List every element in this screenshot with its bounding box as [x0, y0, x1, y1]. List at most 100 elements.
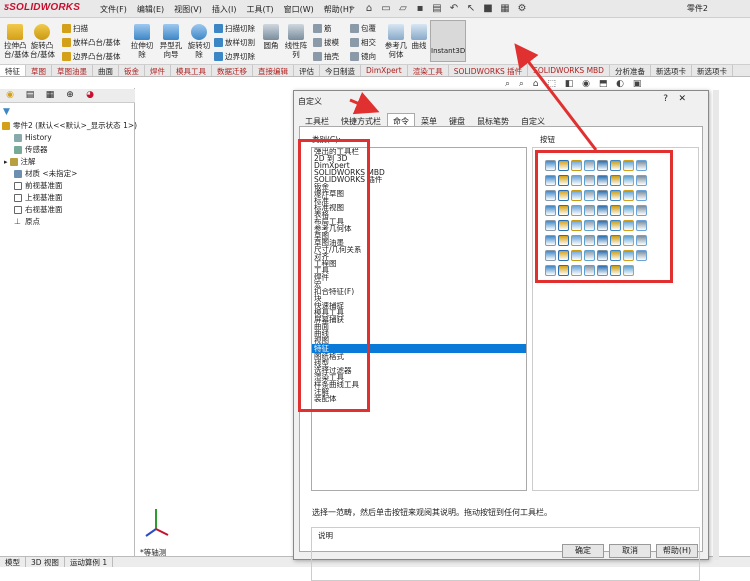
display-manager-tab-icon[interactable]: ◕: [83, 89, 97, 101]
feature-manager-tab-icon[interactable]: ◉: [3, 89, 17, 101]
wrap-button[interactable]: 包覆: [350, 23, 376, 34]
select-icon[interactable]: ↖: [464, 1, 478, 15]
boundary-boss-button[interactable]: 边界凸台/基体: [62, 51, 121, 62]
open-icon[interactable]: ▱: [396, 1, 410, 15]
tab-14[interactable]: SOLIDWORKS MBD: [528, 65, 610, 76]
extrude-cut-button[interactable]: 拉伸切 除: [130, 24, 154, 59]
tree-item-history[interactable]: History: [0, 132, 135, 144]
mirror-icon: [350, 52, 359, 61]
rebuild-icon[interactable]: ■: [481, 1, 495, 15]
reference-geometry-icon: [388, 24, 404, 40]
extrude-cut-icon: [134, 24, 150, 40]
expand-arrow-icon[interactable]: ▸: [4, 158, 8, 166]
title-bar: ƽSOLIDWORKS 文件(F) 编辑(E) 视图(V) 插入(I) 工具(T) 窗口(…: [0, 0, 750, 18]
tab-5[interactable]: 焊件: [145, 65, 171, 76]
rib-button[interactable]: 筋: [313, 23, 332, 34]
tree-item-front-plane[interactable]: 前视基准面: [0, 180, 135, 192]
lofted-cut-button[interactable]: 放样切割: [214, 37, 255, 48]
sweep-icon: [62, 24, 71, 33]
home-icon[interactable]: ⌂: [362, 1, 376, 15]
intersect-button[interactable]: 相交: [350, 37, 376, 48]
tab-1[interactable]: 草图: [26, 65, 52, 76]
draft-button[interactable]: 拔模: [313, 37, 339, 48]
help-icon[interactable]: ?: [663, 94, 668, 104]
property-manager-tab-icon[interactable]: ▤: [23, 89, 37, 101]
bottom-tab-0[interactable]: 模型: [0, 557, 26, 567]
menu-item-5[interactable]: 窗口(W): [280, 3, 318, 16]
intersect-icon: [350, 38, 359, 47]
instruction-text: 选择一范畴，然后单击按钮来观阅其说明。拖动按钮到任何工具栏。: [312, 508, 552, 517]
linear-pattern-icon: [288, 24, 304, 40]
undo-icon[interactable]: ↶: [447, 1, 461, 15]
tab-4[interactable]: 钣金: [119, 65, 145, 76]
tree-root[interactable]: 零件2 (默认<<默认>_显示状态 1>): [0, 120, 137, 132]
curves-button[interactable]: 曲线: [410, 24, 428, 50]
hole-wizard-button[interactable]: 异型孔 向导: [158, 24, 184, 59]
file-properties-icon[interactable]: ▦: [498, 1, 512, 15]
revolve-cut-button[interactable]: 旋转切 除: [187, 24, 211, 59]
tab-6[interactable]: 模具工具: [171, 65, 212, 76]
menu-item-2[interactable]: 视图(V): [170, 3, 206, 16]
options-icon[interactable]: ⚙: [515, 1, 529, 15]
revolve-boss-icon: [34, 24, 50, 40]
bottom-tab-1[interactable]: 3D 视图: [26, 557, 65, 567]
heads-up-view-toolbar[interactable]: ⌕ ⌕ ⌂ ⬚ ◧ ◉ ⬒ ◐ ▣: [505, 79, 644, 89]
fillet-button[interactable]: 圆角: [262, 24, 280, 50]
new-document-icon[interactable]: ▭: [379, 1, 393, 15]
tree-item-origin[interactable]: ⊥ 原点: [0, 216, 135, 228]
dimxpert-tab-icon[interactable]: ⊕: [63, 89, 77, 101]
tree-item-top-plane[interactable]: 上视基准面: [0, 192, 135, 204]
tab-2[interactable]: 草图油墨: [52, 65, 93, 76]
loft-boss-button[interactable]: 放样凸台/基体: [62, 37, 121, 48]
tab-12[interactable]: 渲染工具: [408, 65, 449, 76]
boundary-cut-button[interactable]: 边界切除: [214, 51, 255, 62]
tab-3[interactable]: 曲面: [93, 65, 119, 76]
tree-item-annotations[interactable]: ▸ 注解: [0, 156, 135, 168]
revolve-cut-icon: [191, 24, 207, 40]
reference-geometry-button[interactable]: 参考几 何体: [384, 24, 408, 59]
annotation-icon: [9, 158, 18, 166]
tab-11[interactable]: DimXpert: [361, 65, 408, 76]
tree-item-sensors[interactable]: 传感器: [0, 144, 135, 156]
tab-16[interactable]: 新选项卡: [651, 65, 692, 76]
feature-manager-tabs: ◉ ▤ ▦ ⊕ ◕: [0, 89, 135, 103]
tab-10[interactable]: 今日制造: [320, 65, 361, 76]
origin-icon: ⊥: [14, 217, 21, 226]
save-icon[interactable]: ▪: [413, 1, 427, 15]
annotation-box-categories: [298, 139, 370, 412]
menu-item-3[interactable]: 插入(I): [208, 3, 241, 16]
tab-8[interactable]: 直接编辑: [253, 65, 294, 76]
swept-cut-button[interactable]: 扫描切除: [214, 23, 255, 34]
part-icon: [2, 122, 10, 130]
tree-item-material[interactable]: 材质 <未指定>: [0, 168, 135, 180]
tab-7[interactable]: 数据迁移: [212, 65, 253, 76]
tab-17[interactable]: 新选项卡: [692, 65, 733, 76]
tab-9[interactable]: 评估: [294, 65, 320, 76]
dialog-title: 自定义: [298, 97, 322, 106]
ok-button[interactable]: 确定: [562, 544, 604, 558]
shell-button[interactable]: 抽壳: [313, 51, 339, 62]
tree-item-right-plane[interactable]: 右视基准面: [0, 204, 135, 216]
pin-icon[interactable]: ⌖: [345, 1, 359, 15]
tab-13[interactable]: SOLIDWORKS 插件: [449, 65, 529, 76]
print-icon[interactable]: ▤: [430, 1, 444, 15]
menu-item-0[interactable]: 文件(F): [96, 3, 131, 16]
configuration-manager-tab-icon[interactable]: ▦: [43, 89, 57, 101]
bottom-tab-2[interactable]: 运动算例 1: [65, 557, 114, 567]
lofted-cut-icon: [214, 38, 223, 47]
menu-item-4[interactable]: 工具(T): [242, 3, 277, 16]
tab-15[interactable]: 分析准备: [610, 65, 651, 76]
tab-0[interactable]: 特征: [0, 65, 26, 76]
mirror-button[interactable]: 镜向: [350, 51, 376, 62]
view-triad: [145, 509, 169, 537]
linear-pattern-button[interactable]: 线性阵 列: [284, 24, 308, 59]
material-icon: [14, 170, 22, 178]
extrude-boss-button[interactable]: 拉伸凸 台/基体: [4, 24, 29, 59]
help-button[interactable]: 帮助(H): [656, 544, 698, 558]
cancel-button[interactable]: 取消: [609, 544, 651, 558]
close-icon[interactable]: ✕: [678, 94, 686, 104]
sweep-button[interactable]: 扫描: [62, 23, 88, 34]
menu-item-1[interactable]: 编辑(E): [133, 3, 168, 16]
revolve-boss-button[interactable]: 旋转凸 台/基体: [30, 24, 55, 59]
vertical-scrollbar[interactable]: [713, 90, 719, 560]
